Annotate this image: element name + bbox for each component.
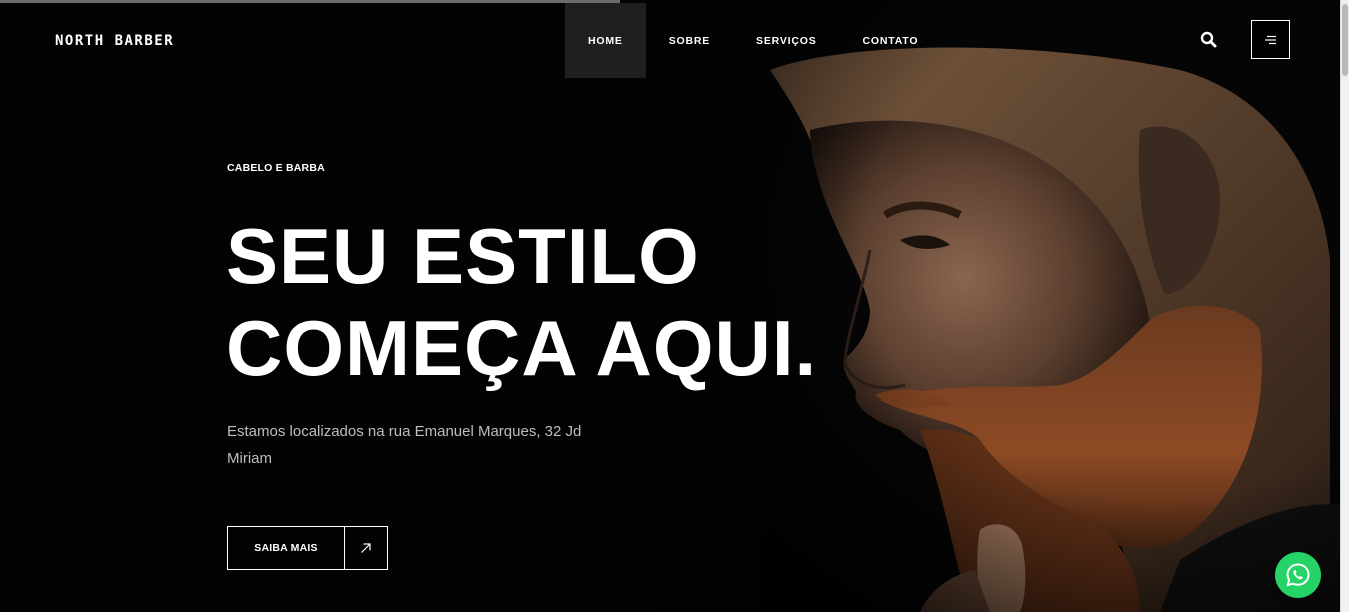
hero-headline: SEU ESTILO COMEÇA AQUI. (226, 210, 817, 394)
nav-item-sobre[interactable]: SOBRE (646, 3, 733, 78)
nav-item-contato[interactable]: CONTATO (840, 3, 942, 78)
hero-eyebrow: CABELO E BARBA (227, 162, 325, 174)
hero-headline-line-1: SEU ESTILO (226, 212, 700, 300)
nav-item-home[interactable]: HOME (565, 3, 646, 78)
page-scrollbar[interactable] (1340, 0, 1349, 612)
hamburger-icon (1264, 35, 1276, 44)
navbar: NORTH BARBER HOME SOBRE SERVIÇOS CONTATO (0, 3, 1340, 78)
hamburger-menu-button[interactable] (1251, 20, 1290, 59)
scrollbar-thumb[interactable] (1342, 4, 1348, 76)
saiba-mais-button[interactable]: SAIBA MAIS (227, 526, 388, 570)
whatsapp-button[interactable] (1275, 552, 1321, 598)
hero-headline-line-2: COMEÇA AQUI. (226, 304, 818, 392)
main-menu: HOME SOBRE SERVIÇOS CONTATO (565, 3, 941, 78)
hero-address: Estamos localizados na rua Emanuel Marqu… (227, 423, 582, 467)
cta-label: SAIBA MAIS (228, 527, 345, 569)
whatsapp-icon (1286, 563, 1310, 587)
arrow-up-right-icon (345, 527, 387, 569)
search-icon[interactable] (1199, 30, 1219, 50)
brand-logo[interactable]: NORTH BARBER (55, 33, 174, 49)
nav-item-servicos[interactable]: SERVIÇOS (733, 3, 839, 78)
